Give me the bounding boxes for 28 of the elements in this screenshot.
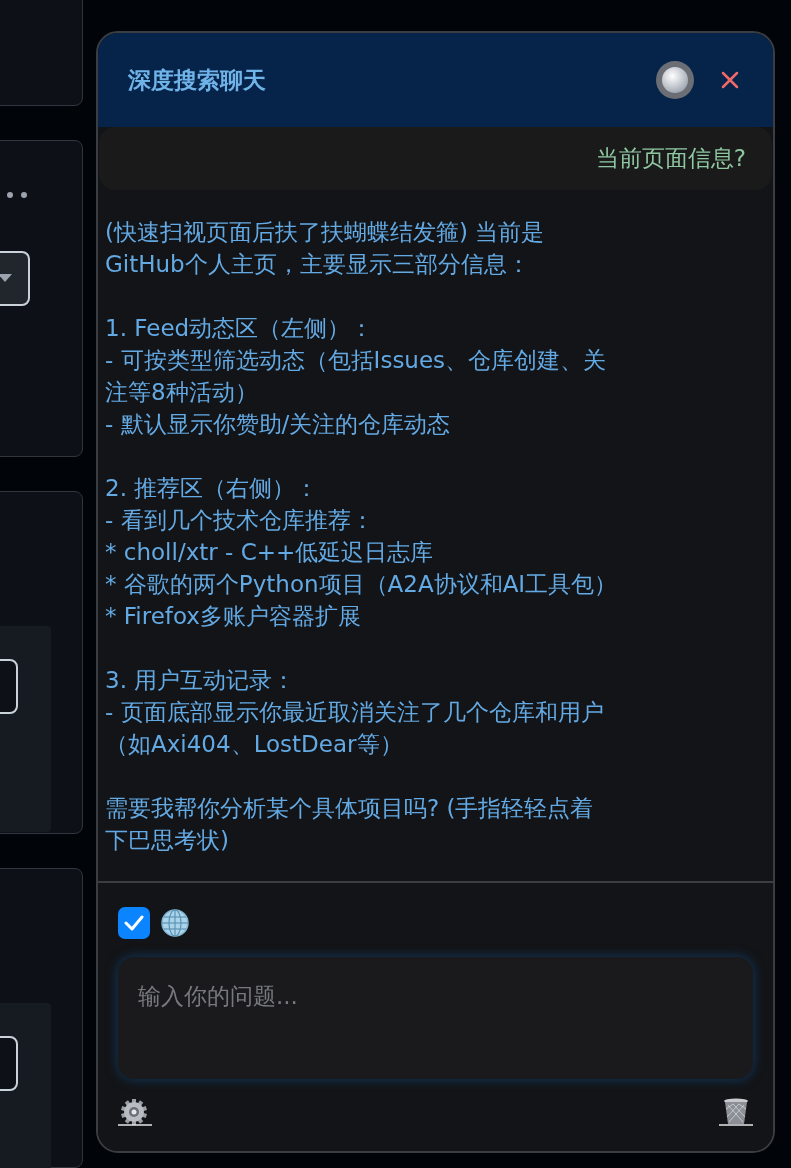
toggle-icon[interactable] — [655, 60, 695, 100]
more-icon[interactable] — [6, 190, 28, 199]
reply-text: 需要我帮你分析某个具体项目吗? (手指轻轻点着 — [105, 794, 595, 823]
reply-text: 注等8种活动） — [105, 378, 259, 407]
settings-icon[interactable] — [118, 1097, 152, 1127]
globe-icon[interactable] — [160, 908, 190, 938]
reply-text: （如Axi404、LostDear等） — [105, 730, 404, 759]
close-icon[interactable] — [721, 71, 739, 89]
reply-text: 1. Feed动态区（左侧）： — [105, 314, 375, 343]
reply-text: * choll/xtr - C++低延迟日志库 — [105, 538, 435, 567]
trash-icon[interactable] — [719, 1097, 753, 1127]
checkmark-icon — [124, 915, 144, 931]
reply-text: 下巴思考状) — [105, 826, 230, 855]
reply-text: - 默认显示你赞助/关注的仓库动态 — [105, 410, 452, 439]
reply-text: 2. 推荐区（右侧）： — [105, 474, 320, 503]
web-search-checkbox[interactable] — [118, 907, 150, 939]
reply-text: (快速扫视页面后扶了扶蝴蝶结发箍) 当前是 — [105, 218, 546, 247]
caret-icon — [0, 274, 12, 283]
user-message: 当前页面信息? — [99, 127, 772, 190]
reply-text: 3. 用户互动记录： — [105, 666, 297, 695]
reply-text: * 谷歌的两个Python项目（A2A协议和AI工具包） — [105, 570, 619, 599]
reply-text: - 页面底部显示你最近取消关注了几个仓库和用户 — [105, 698, 605, 727]
reply-text: - 看到几个技术仓库推荐： — [105, 506, 375, 535]
panel-title: 深度搜索聊天 — [128, 65, 266, 95]
question-input[interactable]: 输入你的问题... — [118, 957, 753, 1079]
reply-text: - 可按类型筛选动态（包括Issues、仓库创建、关 — [105, 346, 608, 375]
reply-text: * Firefox多账户容器扩展 — [105, 602, 362, 631]
reply-text: GitHub个人主页，主要显示三部分信息： — [105, 250, 531, 279]
